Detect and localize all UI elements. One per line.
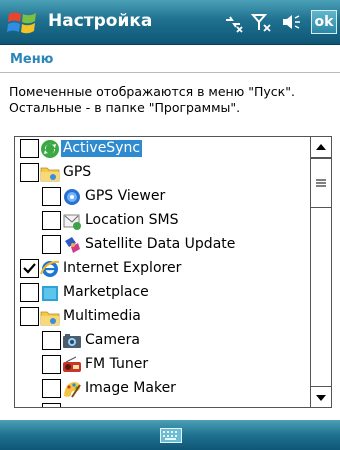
list-item[interactable]: ActiveSync (15, 137, 311, 161)
list-item[interactable]: Image Maker (15, 377, 311, 401)
title-bar: Настройка ok (0, 0, 340, 45)
item-label: GPS (63, 164, 92, 180)
item-checkbox[interactable] (42, 379, 61, 398)
item-checkbox[interactable] (20, 259, 39, 278)
internet-explorer-icon (40, 259, 60, 279)
item-label: FM Tuner (85, 356, 149, 372)
list-item[interactable] (15, 401, 311, 407)
scroll-down-button[interactable] (311, 386, 331, 407)
list-item[interactable]: Marketplace (15, 281, 311, 305)
arrow-down-icon (316, 395, 326, 401)
item-label: ActiveSync (61, 140, 143, 157)
scroll-thumb[interactable] (311, 158, 331, 208)
item-label: GPS Viewer (85, 188, 166, 204)
item-checkbox[interactable] (42, 355, 61, 374)
item-checkbox[interactable] (42, 187, 61, 206)
keyboard-icon[interactable] (160, 428, 182, 443)
list-item[interactable]: GPS (15, 161, 311, 185)
connectivity-icon[interactable] (222, 11, 244, 33)
list-rows: ActiveSync GPS GPS Viewer Location SMS Satel… (15, 137, 311, 407)
activesync-icon (40, 139, 60, 159)
window-title: Настройка (48, 11, 153, 31)
list-item[interactable]: Location SMS (15, 209, 311, 233)
list-item[interactable]: Multimedia (15, 305, 311, 329)
item-checkbox[interactable] (20, 283, 39, 302)
item-label: Satellite Data Update (85, 236, 236, 252)
satellite-icon (62, 235, 82, 255)
item-checkbox[interactable] (20, 307, 39, 326)
item-checkbox[interactable] (20, 163, 39, 182)
item-label: Camera (85, 332, 140, 348)
keyboard-keys-icon (163, 431, 177, 440)
marketplace-icon (40, 283, 60, 303)
arrow-up-icon (316, 144, 326, 150)
windows-start-icon[interactable] (6, 8, 40, 38)
camera-icon (62, 331, 82, 351)
item-label: Marketplace (63, 284, 149, 300)
item-checkbox[interactable] (42, 331, 61, 350)
item-label: Multimedia (63, 308, 141, 324)
signal-off-icon[interactable] (251, 11, 273, 33)
list-item[interactable]: Satellite Data Update (15, 233, 311, 257)
ok-button[interactable]: ok (311, 10, 337, 34)
gps-viewer-icon (62, 187, 82, 207)
section-divider (0, 72, 340, 73)
checkmark-icon (23, 263, 36, 274)
list-item[interactable]: GPS Viewer (15, 185, 311, 209)
image-maker-icon (62, 379, 82, 399)
grip-icon (316, 179, 326, 187)
vertical-scrollbar[interactable] (310, 137, 331, 407)
item-label: Internet Explorer (63, 260, 182, 276)
item-checkbox[interactable] (42, 403, 61, 407)
menu-items-list[interactable]: ActiveSync GPS GPS Viewer Location SMS Satel… (14, 136, 332, 408)
list-item[interactable]: Internet Explorer (15, 257, 311, 281)
bottom-bar (0, 420, 340, 450)
partial-item-icon (62, 403, 82, 407)
item-checkbox[interactable] (20, 139, 39, 158)
item-label: Image Maker (85, 380, 176, 396)
item-checkbox[interactable] (42, 235, 61, 254)
list-item[interactable]: Camera (15, 329, 311, 353)
status-icons (222, 11, 302, 35)
list-item[interactable]: FM Tuner (15, 353, 311, 377)
fm-tuner-icon (62, 355, 82, 375)
section-title: Меню (10, 52, 54, 67)
volume-icon[interactable] (280, 11, 302, 33)
scroll-up-button[interactable] (311, 137, 331, 158)
item-label: Location SMS (85, 212, 179, 228)
description-text: Помеченные отображаются в меню "Пуск". О… (9, 84, 295, 115)
folder-icon (40, 163, 60, 183)
folder-icon (40, 307, 60, 327)
item-checkbox[interactable] (42, 211, 61, 230)
location-sms-icon (62, 211, 82, 231)
